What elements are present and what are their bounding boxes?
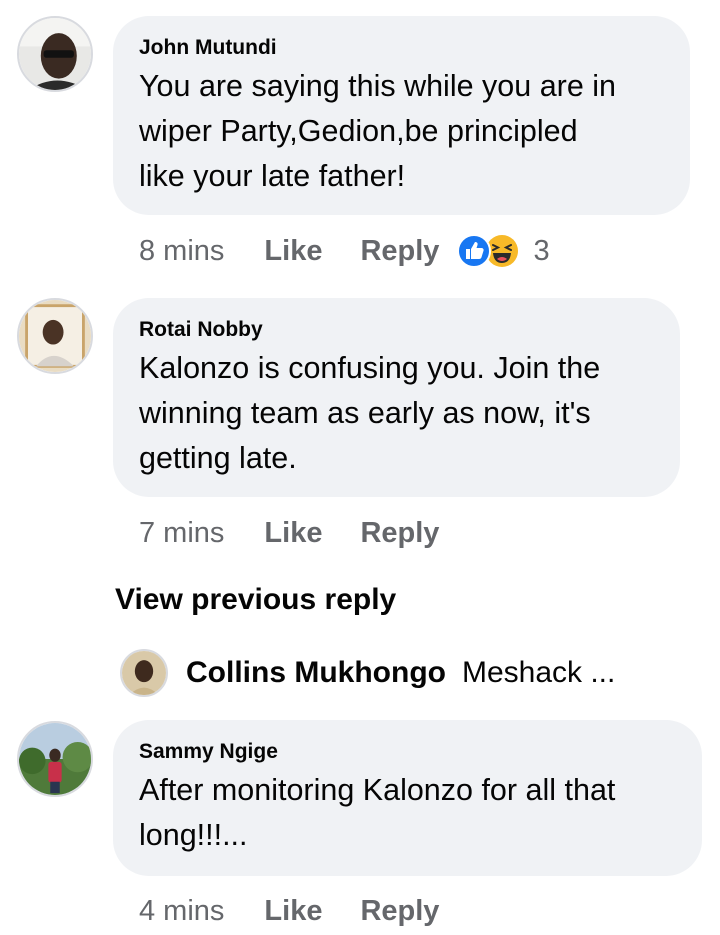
avatar-sammy-ngige[interactable] — [17, 721, 93, 797]
comment-text-line: Kalonzo is confusing you. Join the — [139, 351, 601, 385]
reaction-summary[interactable]: 3 — [457, 234, 550, 268]
comment-text-line: like your late father! — [139, 159, 406, 193]
comment-bubble: Rotai Nobby Kalonzo is confusing you. Jo… — [113, 298, 680, 497]
reply-button[interactable]: Reply — [360, 517, 439, 550]
avatar-john-mutundi[interactable] — [17, 16, 93, 92]
comment-text: After monitoring Kalonzo for all that lo… — [139, 768, 676, 858]
comment-text-line: wiper Party,Gedion,be principled — [139, 114, 578, 148]
avatar-collins-mukhongo[interactable] — [120, 649, 168, 697]
comment-text-line: getting late. — [139, 441, 297, 475]
comment-text: Kalonzo is confusing you. Join the winni… — [139, 346, 654, 481]
comment-actions: 4 mins Like Reply — [139, 891, 477, 931]
avatar-rotai-nobby[interactable] — [17, 298, 93, 374]
comment-bubble: Sammy Ngige After monitoring Kalonzo for… — [113, 720, 702, 876]
comment-text-line: long!!!... — [139, 818, 248, 852]
thumbs-up-icon — [457, 234, 492, 268]
reaction-count: 3 — [533, 234, 550, 267]
like-button[interactable]: Like — [264, 235, 322, 268]
comment-timestamp[interactable]: 4 mins — [139, 895, 224, 928]
comment-timestamp[interactable]: 7 mins — [139, 517, 224, 550]
reply-preview-text: Meshack ... — [461, 656, 616, 689]
comment-actions: 7 mins Like Reply — [139, 513, 477, 553]
comment-bubble: John Mutundi You are saying this while y… — [113, 16, 690, 215]
like-button[interactable]: Like — [264, 895, 322, 928]
reply-button[interactable]: Reply — [360, 895, 439, 928]
comment-author[interactable]: Sammy Ngige — [139, 740, 676, 764]
reply-button[interactable]: Reply — [360, 235, 439, 268]
comment-text-line: After monitoring Kalonzo for all that — [139, 773, 616, 807]
comment-actions: 8 mins Like Reply 3 — [139, 231, 550, 271]
like-button[interactable]: Like — [264, 517, 322, 550]
comment-text-line: You are saying this while you are in — [139, 69, 616, 103]
view-previous-reply-link[interactable]: View previous reply — [115, 583, 396, 617]
comment-text-line: winning team as early as now, it's — [139, 396, 591, 430]
reply-preview-row[interactable]: Collins Mukhongo Meshack ... — [120, 649, 615, 697]
reply-author[interactable]: Collins Mukhongo — [186, 656, 446, 690]
comment-timestamp[interactable]: 8 mins — [139, 235, 224, 268]
comment-text: You are saying this while you are in wip… — [139, 64, 664, 199]
comment-author[interactable]: Rotai Nobby — [139, 318, 654, 342]
comment-author[interactable]: John Mutundi — [139, 36, 664, 60]
